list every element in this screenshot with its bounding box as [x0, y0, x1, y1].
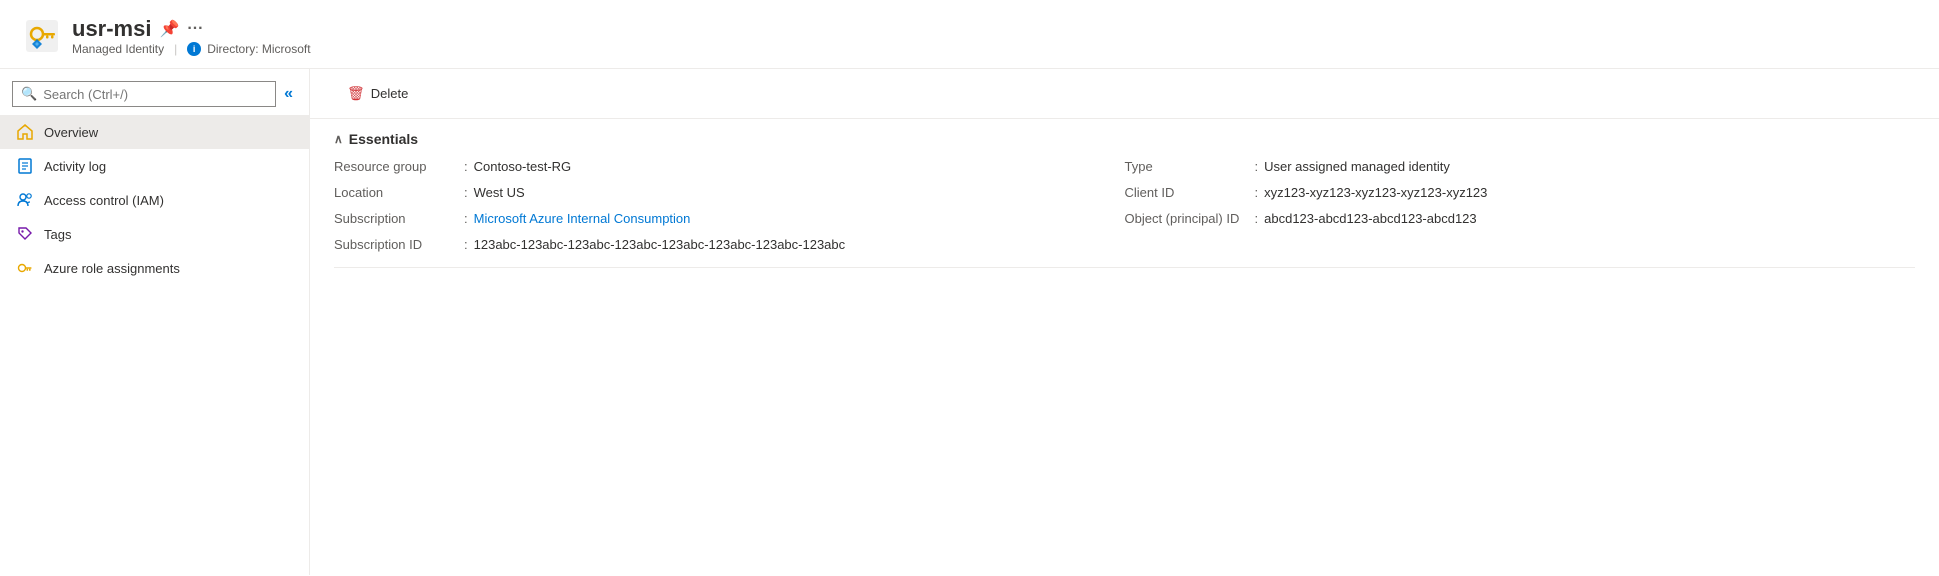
table-row: Resource group : Contoso-test-RG — [334, 159, 1125, 181]
azure-role-assignments-icon — [16, 259, 34, 277]
sidebar-item-azure-role-assignments[interactable]: Azure role assignments — [0, 251, 309, 285]
sidebar-item-azure-role-assignments-label: Azure role assignments — [44, 261, 180, 276]
essentials-title: Essentials — [349, 131, 418, 147]
sidebar: 🔍 « Overview — [0, 69, 310, 575]
object-id-value: abcd123-abcd123-abcd123-abcd123 — [1264, 211, 1477, 226]
search-icon: 🔍 — [21, 86, 37, 102]
delete-button[interactable]: 🗑 Delete — [334, 79, 421, 108]
client-id-label: Client ID — [1125, 185, 1255, 200]
sidebar-item-overview[interactable]: Overview — [0, 115, 309, 149]
access-control-icon — [16, 191, 34, 209]
location-value: West US — [474, 185, 525, 200]
type-label: Type — [1125, 159, 1255, 174]
resource-group-label: Resource group — [334, 159, 464, 174]
type-value: User assigned managed identity — [1264, 159, 1450, 174]
separator-r2: : — [1255, 211, 1259, 226]
table-row: Location : West US — [334, 185, 1125, 207]
essentials-grid: Resource group : Contoso-test-RG Locatio… — [334, 159, 1915, 259]
page-header: usr-msi 📌 ··· Managed Identity | i Direc… — [0, 0, 1939, 69]
header-subtitle: Managed Identity | i Directory: Microsof… — [72, 42, 311, 56]
essentials-chevron-icon[interactable]: ∧ — [334, 132, 343, 146]
subscription-id-label: Subscription ID — [334, 237, 464, 252]
resource-icon — [24, 18, 60, 54]
more-options-icon[interactable]: ··· — [187, 20, 203, 38]
directory-label: Directory: Microsoft — [207, 42, 310, 56]
sidebar-item-access-control[interactable]: Access control (IAM) — [0, 183, 309, 217]
resource-name: usr-msi — [72, 16, 151, 42]
essentials-divider — [334, 267, 1915, 268]
table-row: Client ID : xyz123-xyz123-xyz123-xyz123-… — [1125, 185, 1916, 207]
sidebar-item-activity-log-label: Activity log — [44, 159, 106, 174]
main-layout: 🔍 « Overview — [0, 69, 1939, 575]
table-row: Type : User assigned managed identity — [1125, 159, 1916, 181]
tags-icon — [16, 225, 34, 243]
subscription-label: Subscription — [334, 211, 464, 226]
essentials-right-column: Type : User assigned managed identity Cl… — [1125, 159, 1916, 259]
main-content: 🗑 Delete ∧ Essentials Resource group : C… — [310, 69, 1939, 575]
sidebar-item-tags[interactable]: Tags — [0, 217, 309, 251]
client-id-value: xyz123-xyz123-xyz123-xyz123-xyz123 — [1264, 185, 1487, 200]
sidebar-item-tags-label: Tags — [44, 227, 71, 242]
separator-r0: : — [1255, 159, 1259, 174]
resource-type: Managed Identity — [72, 42, 164, 56]
essentials-left-column: Resource group : Contoso-test-RG Locatio… — [334, 159, 1125, 259]
sidebar-item-overview-label: Overview — [44, 125, 98, 140]
table-row: Subscription ID : 123abc-123abc-123abc-1… — [334, 237, 1125, 259]
separator-0: : — [464, 159, 468, 174]
sidebar-item-activity-log[interactable]: Activity log — [0, 149, 309, 183]
pin-icon[interactable]: 📌 — [159, 19, 179, 39]
object-id-label: Object (principal) ID — [1125, 211, 1255, 226]
search-input[interactable] — [43, 87, 267, 102]
essentials-section: ∧ Essentials Resource group : Contoso-te… — [310, 119, 1939, 288]
overview-icon — [16, 123, 34, 141]
sidebar-item-access-control-label: Access control (IAM) — [44, 193, 164, 208]
resource-name-row: usr-msi 📌 ··· — [72, 16, 311, 42]
table-row: Subscription : Microsoft Azure Internal … — [334, 211, 1125, 233]
collapse-sidebar-button[interactable]: « — [280, 81, 297, 107]
delete-icon: 🗑 — [347, 85, 365, 102]
separator-3: : — [464, 237, 468, 252]
table-row: Object (principal) ID : abcd123-abcd123-… — [1125, 211, 1916, 233]
subscription-value[interactable]: Microsoft Azure Internal Consumption — [474, 211, 691, 226]
separator-2: : — [464, 211, 468, 226]
search-container: 🔍 « — [0, 77, 309, 115]
toolbar: 🗑 Delete — [310, 69, 1939, 119]
subtitle-divider: | — [174, 42, 177, 56]
separator-r1: : — [1255, 185, 1259, 200]
separator-1: : — [464, 185, 468, 200]
location-label: Location — [334, 185, 464, 200]
delete-label: Delete — [371, 86, 409, 101]
subscription-id-value: 123abc-123abc-123abc-123abc-123abc-123ab… — [474, 237, 846, 252]
info-icon[interactable]: i — [187, 42, 201, 56]
search-box[interactable]: 🔍 — [12, 81, 276, 107]
header-title-block: usr-msi 📌 ··· Managed Identity | i Direc… — [72, 16, 311, 56]
resource-group-value: Contoso-test-RG — [474, 159, 572, 174]
activity-log-icon — [16, 157, 34, 175]
essentials-header: ∧ Essentials — [334, 131, 1915, 147]
